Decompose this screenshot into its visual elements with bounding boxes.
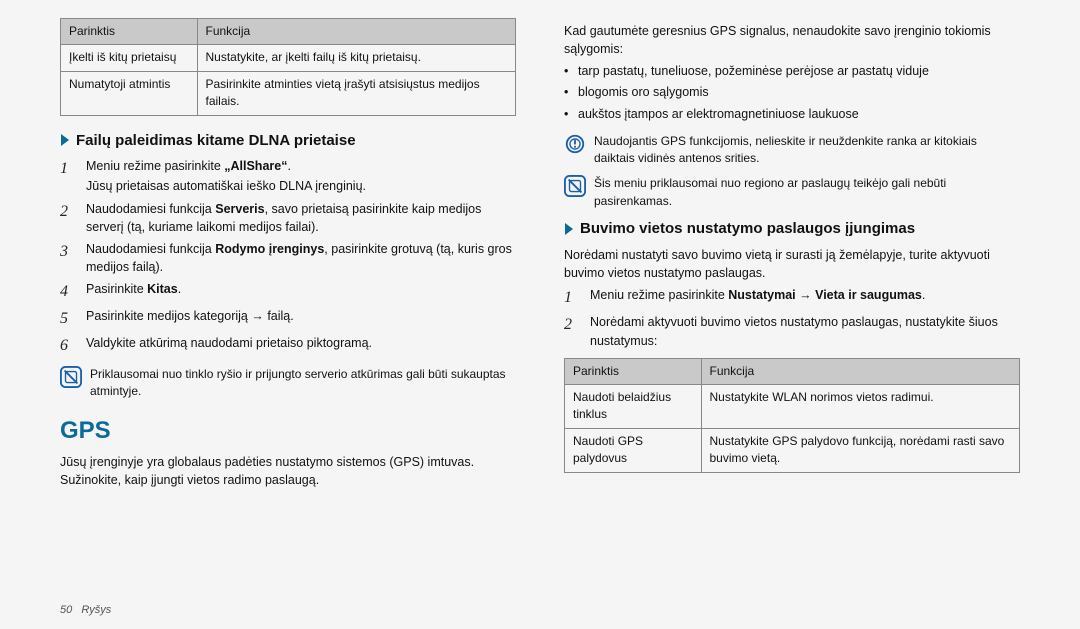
func-cell: Nustatykite WLAN norimos vietos radimui. <box>701 385 1020 429</box>
section-title: Failų paleidimas kitame DLNA prietaise <box>76 130 356 152</box>
section-title: Buvimo vietos nustatymo paslaugos įjungi… <box>580 218 915 240</box>
step-text: Meniu režime pasirinkite <box>86 159 224 173</box>
step-text: Pasirinkite <box>86 282 147 296</box>
footer-section: Ryšys <box>81 604 111 616</box>
step-text: Valdykite atkūrimą naudodami prietaiso p… <box>86 336 372 350</box>
table-row: Naudoti GPS palydovus Nustatykite GPS pa… <box>565 428 1020 472</box>
table-row: Įkelti iš kitų prietaisų Nustatykite, ar… <box>61 45 516 71</box>
table-row: Naudoti belaidžius tinklus Nustatykite W… <box>565 385 1020 429</box>
step-item: Valdykite atkūrimą naudodami prietaiso p… <box>60 334 516 357</box>
note-block-warn: Naudojantis GPS funkcijomis, nelieskite … <box>564 133 1020 168</box>
step-text: Meniu režime pasirinkite <box>590 288 728 302</box>
step-item: Norėdami aktyvuoti buvimo vietos nustaty… <box>564 313 1020 349</box>
option-cell: Naudoti GPS palydovus <box>565 428 702 472</box>
table-row: Numatytoji atmintis Pasirinkite atmintie… <box>61 71 516 115</box>
gps-intro: Kad gautumėte geresnius GPS signalus, ne… <box>564 22 1020 58</box>
step-bold: Rodymo įrenginys <box>215 242 324 256</box>
options-table-1: Parinktis Funkcija Įkelti iš kitų prieta… <box>60 18 516 116</box>
gps-condition-list: tarp pastatų, tuneliuose, požeminėse per… <box>564 62 1020 122</box>
note-text: Šis meniu priklausomai nuo regiono ar pa… <box>594 175 1020 210</box>
step-text: Naudodamiesi funkcija <box>86 202 215 216</box>
arrow-text: → <box>796 288 815 302</box>
step-text: Pasirinkite medijos kategoriją → failą. <box>86 309 294 323</box>
options-table-2: Parinktis Funkcija Naudoti belaidžius ti… <box>564 358 1020 473</box>
step-text: . <box>178 282 181 296</box>
gps-title: GPS <box>60 414 516 449</box>
step-bold: Serveris <box>215 202 264 216</box>
page-number: 50 <box>60 604 72 616</box>
table-header-func: Funkcija <box>701 358 1020 384</box>
note-block: Priklausomai nuo tinklo ryšio ir prijung… <box>60 366 516 401</box>
locate-steps: Meniu režime pasirinkite Nustatymai → Vi… <box>564 286 1020 349</box>
step-bold: Kitas <box>147 282 178 296</box>
left-column: Parinktis Funkcija Įkelti iš kitų prieta… <box>60 18 516 493</box>
list-item: aukštos įtampos ar elektromagnetiniuose … <box>564 105 1020 123</box>
warning-icon <box>564 133 586 155</box>
step-bold: „AllShare“ <box>224 159 287 173</box>
step-bold: Vieta ir saugumas <box>815 288 922 302</box>
option-cell: Numatytoji atmintis <box>61 71 198 115</box>
page-columns: Parinktis Funkcija Įkelti iš kitų prieta… <box>60 18 1020 493</box>
func-cell: Nustatykite, ar įkelti failų iš kitų pri… <box>197 45 516 71</box>
step-item: Naudodamiesi funkcija Rodymo įrenginys, … <box>60 240 516 276</box>
step-sub: Jūsų prietaisas automatiškai ieško DLNA … <box>86 177 516 195</box>
table-header-row: Parinktis Funkcija <box>565 358 1020 384</box>
section-head-dlna: Failų paleidimas kitame DLNA prietaise <box>60 130 516 152</box>
dlna-steps: Meniu režime pasirinkite „AllShare“. Jūs… <box>60 157 516 357</box>
step-item: Naudodamiesi funkcija Serveris, savo pri… <box>60 200 516 236</box>
list-item: tarp pastatų, tuneliuose, požeminėse per… <box>564 62 1020 80</box>
step-item: Pasirinkite Kitas. <box>60 280 516 303</box>
note-block-info: Šis meniu priklausomai nuo regiono ar pa… <box>564 175 1020 210</box>
chevron-right-icon <box>60 133 72 147</box>
option-cell: Naudoti belaidžius tinklus <box>565 385 702 429</box>
locate-desc: Norėdami nustatyti savo buvimo vietą ir … <box>564 246 1020 282</box>
step-item: Meniu režime pasirinkite Nustatymai → Vi… <box>564 286 1020 309</box>
step-bold: Nustatymai <box>728 288 795 302</box>
step-item: Pasirinkite medijos kategoriją → failą. <box>60 307 516 330</box>
chevron-right-icon <box>564 222 576 236</box>
list-item: blogomis oro sąlygomis <box>564 83 1020 101</box>
step-text: Naudodamiesi funkcija <box>86 242 215 256</box>
step-text: Norėdami aktyvuoti buvimo vietos nustaty… <box>590 315 998 347</box>
step-text: . <box>922 288 925 302</box>
func-cell: Pasirinkite atminties vietą įrašyti atsi… <box>197 71 516 115</box>
table-header-option: Parinktis <box>61 19 198 45</box>
note-info-icon <box>60 366 82 388</box>
note-text: Priklausomai nuo tinklo ryšio ir prijung… <box>90 366 516 401</box>
note-text: Naudojantis GPS funkcijomis, nelieskite … <box>594 133 1020 168</box>
right-column: Kad gautumėte geresnius GPS signalus, ne… <box>564 18 1020 493</box>
table-header-row: Parinktis Funkcija <box>61 19 516 45</box>
option-cell: Įkelti iš kitų prietaisų <box>61 45 198 71</box>
step-item: Meniu režime pasirinkite „AllShare“. Jūs… <box>60 157 516 195</box>
note-info-icon <box>564 175 586 197</box>
table-header-option: Parinktis <box>565 358 702 384</box>
page-footer: 50 Ryšys <box>60 603 111 619</box>
gps-desc: Jūsų įrenginyje yra globalaus padėties n… <box>60 453 516 489</box>
func-cell: Nustatykite GPS palydovo funkciją, norėd… <box>701 428 1020 472</box>
section-head-locate: Buvimo vietos nustatymo paslaugos įjungi… <box>564 218 1020 240</box>
step-text: . <box>287 159 290 173</box>
table-header-func: Funkcija <box>197 19 516 45</box>
